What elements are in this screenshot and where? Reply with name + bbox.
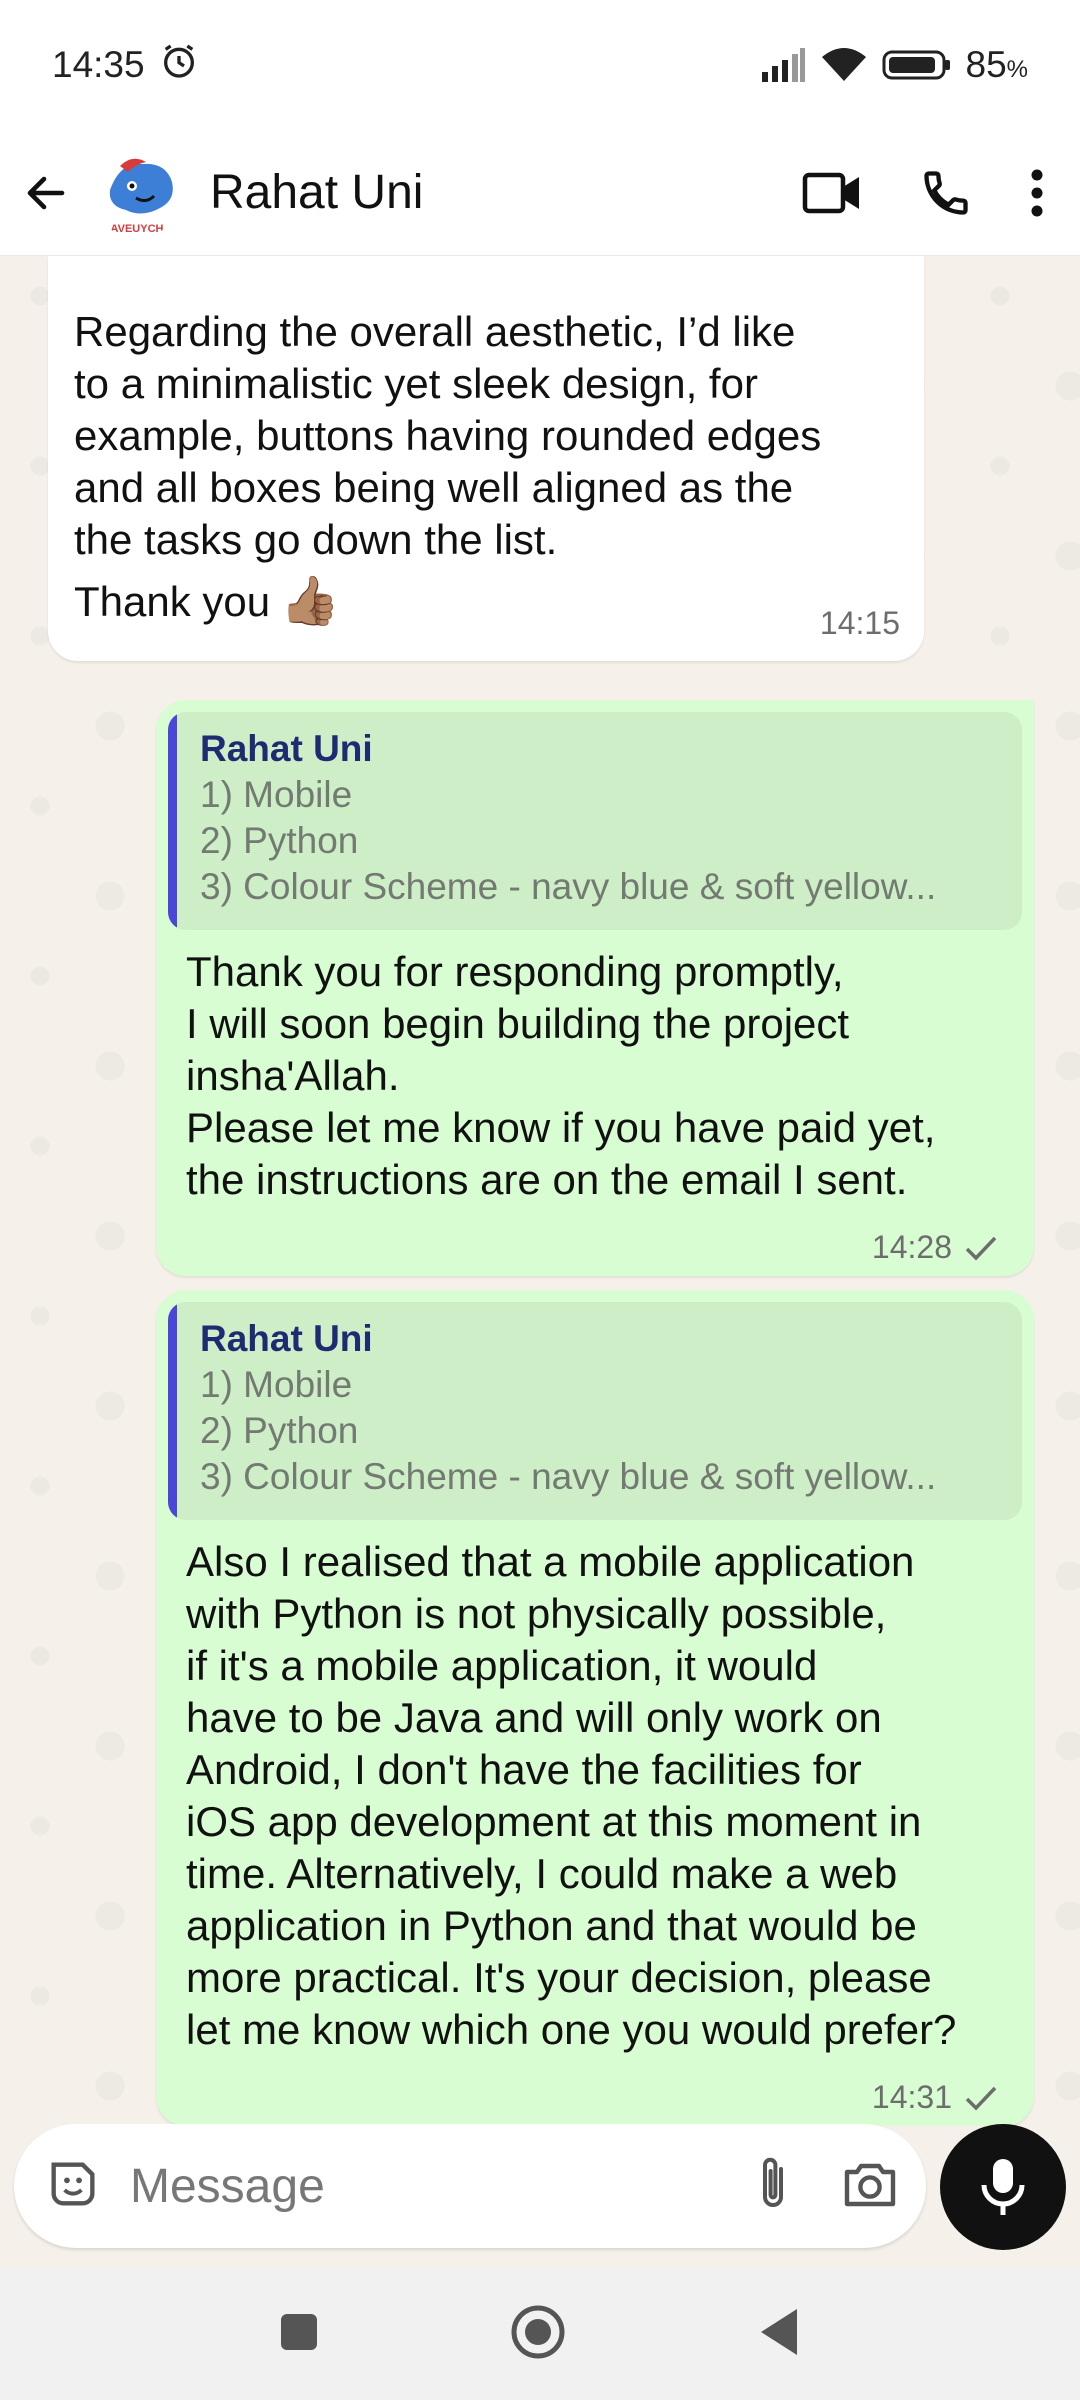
message-line: the tasks go down the list.: [74, 516, 558, 563]
sticker-icon: [51, 2161, 95, 2206]
outgoing-message[interactable]: Rahat Uni 1) Mobile 2) Python 3) Colour …: [156, 1290, 1034, 2126]
message-line: have to be Java and will only work on: [186, 1694, 882, 1741]
message-time: 14:28: [871, 1229, 952, 1265]
sticker-button[interactable]: [44, 2155, 102, 2218]
battery-icon: [882, 48, 952, 82]
quote-line: 1) Mobile: [200, 774, 353, 815]
message-line: with Python is not physically possible,: [186, 1590, 887, 1637]
home-button[interactable]: [509, 2303, 567, 2366]
contact-name[interactable]: Rahat Uni: [210, 165, 802, 220]
more-options-button[interactable]: [1030, 167, 1044, 219]
microphone-icon: [981, 2159, 1025, 2215]
camera-icon: [844, 2163, 896, 2206]
quote-line: 2) Python: [200, 820, 359, 861]
voice-message-button[interactable]: [940, 2124, 1066, 2250]
message-line: Please let me know if you have paid yet,: [186, 1104, 936, 1151]
message-input[interactable]: [128, 2157, 753, 2215]
kebab-menu-icon: [1031, 169, 1043, 216]
paperclip-icon: [763, 2157, 783, 2207]
single-check-icon: [965, 1236, 997, 1261]
message-line: and all boxes being well aligned as the: [74, 464, 794, 511]
quote-author: Rahat Uni: [200, 728, 373, 769]
quote-author: Rahat Uni: [200, 1318, 373, 1359]
header-actions: [802, 167, 1080, 219]
message-meta: 14:31: [872, 2079, 998, 2116]
triangle-back-icon: [761, 2308, 797, 2355]
video-call-button[interactable]: [802, 169, 862, 217]
attach-button[interactable]: [753, 2153, 793, 2220]
closing-text: Thank you: [74, 578, 271, 625]
message-composer: [14, 2124, 926, 2248]
battery-level: 85%: [965, 44, 1029, 85]
quote-line: 2) Python: [200, 1410, 359, 1451]
quote-line: 1) Mobile: [200, 1364, 353, 1405]
video-camera-icon: [802, 172, 859, 213]
phone-icon: [924, 170, 968, 215]
status-bar: 14:35 85%: [0, 0, 1080, 130]
closing-row: Thank you 👍🏽: [74, 576, 898, 628]
recents-button[interactable]: [279, 2312, 319, 2357]
avatar-caption: AVEUYCH: [111, 223, 164, 235]
message-line: application in Python and that would be: [186, 1902, 917, 1949]
message-line: I will soon begin building the project: [186, 1000, 850, 1047]
message-body: Also I realised that a mobile applicatio…: [168, 1520, 1022, 2056]
message-line: Also I realised that a mobile applicatio…: [186, 1538, 915, 1585]
incoming-message[interactable]: Regarding the overall aesthetic, I’d lik…: [48, 256, 924, 661]
composer-actions: [753, 2153, 899, 2220]
message-time: 14:31: [871, 2079, 952, 2115]
status-time: 14:35: [52, 44, 145, 85]
message-meta: 14:28: [872, 1229, 998, 1266]
camera-button[interactable]: [841, 2158, 899, 2215]
chat-header: AVEUYCH Rahat Uni: [0, 130, 1080, 256]
message-line: let me know which one you would prefer?: [186, 2006, 957, 2053]
message-line: time. Alternatively, I could make a web: [186, 1850, 898, 1897]
thumbs-up-icon: 👍🏽: [280, 575, 340, 628]
avatar[interactable]: AVEUYCH: [92, 147, 182, 238]
voice-call-button[interactable]: [920, 167, 972, 219]
message-line: the instructions are on the email I sent…: [186, 1156, 908, 1203]
message-line: Android, I don't have the facilities for: [186, 1746, 862, 1793]
signal-icon: [760, 48, 806, 82]
message-line: iOS app development at this moment in: [186, 1798, 922, 1845]
message-line: example, buttons having rounded edges: [74, 412, 822, 459]
square-icon: [281, 2313, 317, 2350]
quote-line: 3) Colour Scheme - navy blue & soft yell…: [200, 866, 937, 907]
arrow-left-icon: [27, 176, 65, 209]
chat-area[interactable]: Regarding the overall aesthetic, I’d lik…: [0, 256, 1080, 2126]
circle-home-icon: [511, 2305, 565, 2358]
quote-line: 3) Colour Scheme - navy blue & soft yell…: [200, 1456, 937, 1497]
alarm-icon: [159, 41, 199, 90]
message-body: Thank you for responding promptly, I wil…: [168, 930, 1022, 1206]
wifi-icon: [820, 47, 868, 83]
message-line: if it's a mobile application, it would: [186, 1642, 818, 1689]
back-nav-button[interactable]: [757, 2307, 801, 2362]
status-right: 85%: [760, 44, 1029, 86]
system-nav-bar: [0, 2268, 1080, 2400]
message-line: Thank you for responding promptly,: [186, 948, 844, 995]
single-check-icon: [965, 2086, 997, 2111]
quoted-reply[interactable]: Rahat Uni 1) Mobile 2) Python 3) Colour …: [168, 712, 1022, 930]
message-time: 14:15: [819, 605, 900, 641]
quoted-reply[interactable]: Rahat Uni 1) Mobile 2) Python 3) Colour …: [168, 1302, 1022, 1520]
back-button[interactable]: [0, 130, 92, 255]
message-line: more practical. It's your decision, plea…: [186, 1954, 932, 2001]
message-line: to a minimalistic yet sleek design, for: [74, 360, 758, 407]
outgoing-message[interactable]: Rahat Uni 1) Mobile 2) Python 3) Colour …: [156, 700, 1034, 1276]
message-line: Regarding the overall aesthetic, I’d lik…: [74, 308, 796, 355]
status-left: 14:35: [52, 41, 199, 90]
message-line: insha'Allah.: [186, 1052, 400, 1099]
